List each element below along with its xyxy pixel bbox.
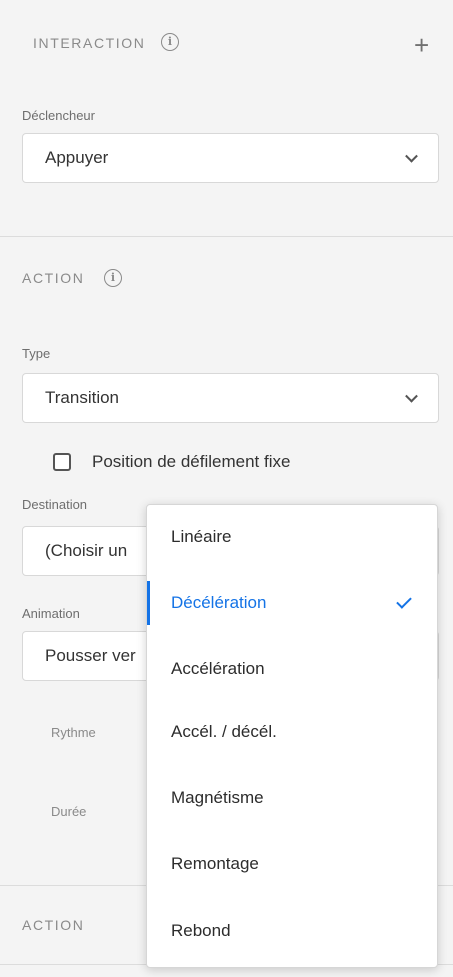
fixed-scroll-label: Position de défilement fixe	[92, 452, 291, 471]
menu-item-label: Accélération	[171, 659, 265, 678]
info-icon[interactable]: i	[104, 269, 122, 287]
destination-label: Destination	[22, 497, 88, 512]
animation-value: Pousser ver	[45, 646, 136, 665]
menu-item-rebond[interactable]: Rebond	[147, 903, 437, 959]
trigger-label: Déclencheur	[22, 108, 95, 123]
menu-item-label: Décélération	[171, 593, 267, 612]
menu-item-label: Remontage	[171, 854, 259, 873]
duration-label: Durée	[51, 804, 87, 819]
menu-item-remontage[interactable]: Remontage	[147, 836, 437, 892]
action2-title: ACTION	[22, 917, 85, 933]
add-interaction-plus-icon[interactable]: +	[414, 32, 429, 58]
menu-item-acceleration[interactable]: Accélération	[147, 641, 437, 697]
menu-item-magnetisme[interactable]: Magnétisme	[147, 770, 437, 826]
interaction-title: INTERACTION	[33, 35, 146, 51]
menu-item-label: Accél. / décél.	[171, 722, 277, 741]
animation-label: Animation	[22, 606, 80, 621]
chevron-down-icon	[405, 389, 418, 403]
section-divider	[0, 236, 453, 237]
selected-indicator	[147, 581, 150, 625]
menu-item-deceleration[interactable]: Décélération	[147, 575, 437, 631]
menu-item-label: Rebond	[171, 921, 231, 940]
trigger-value: Appuyer	[45, 148, 109, 167]
destination-value: (Choisir un	[45, 541, 128, 560]
trigger-select[interactable]: Appuyer	[22, 133, 439, 183]
type-label: Type	[22, 346, 51, 361]
checkmark-icon	[396, 593, 412, 609]
fixed-scroll-checkbox[interactable]	[53, 453, 71, 471]
action-title: ACTION	[22, 270, 85, 286]
rhythm-label: Rythme	[51, 725, 96, 740]
menu-item-label: Magnétisme	[171, 788, 264, 807]
menu-item-label: Linéaire	[171, 527, 232, 546]
menu-item-lineaire[interactable]: Linéaire	[147, 509, 437, 565]
easing-menu: Linéaire Décélération Accélération Accél…	[146, 504, 438, 968]
menu-item-accel-decel[interactable]: Accél. / décél.	[147, 704, 437, 760]
type-select[interactable]: Transition	[22, 373, 439, 423]
type-value: Transition	[45, 388, 120, 407]
info-icon[interactable]: i	[161, 33, 179, 51]
chevron-down-icon	[405, 149, 418, 163]
